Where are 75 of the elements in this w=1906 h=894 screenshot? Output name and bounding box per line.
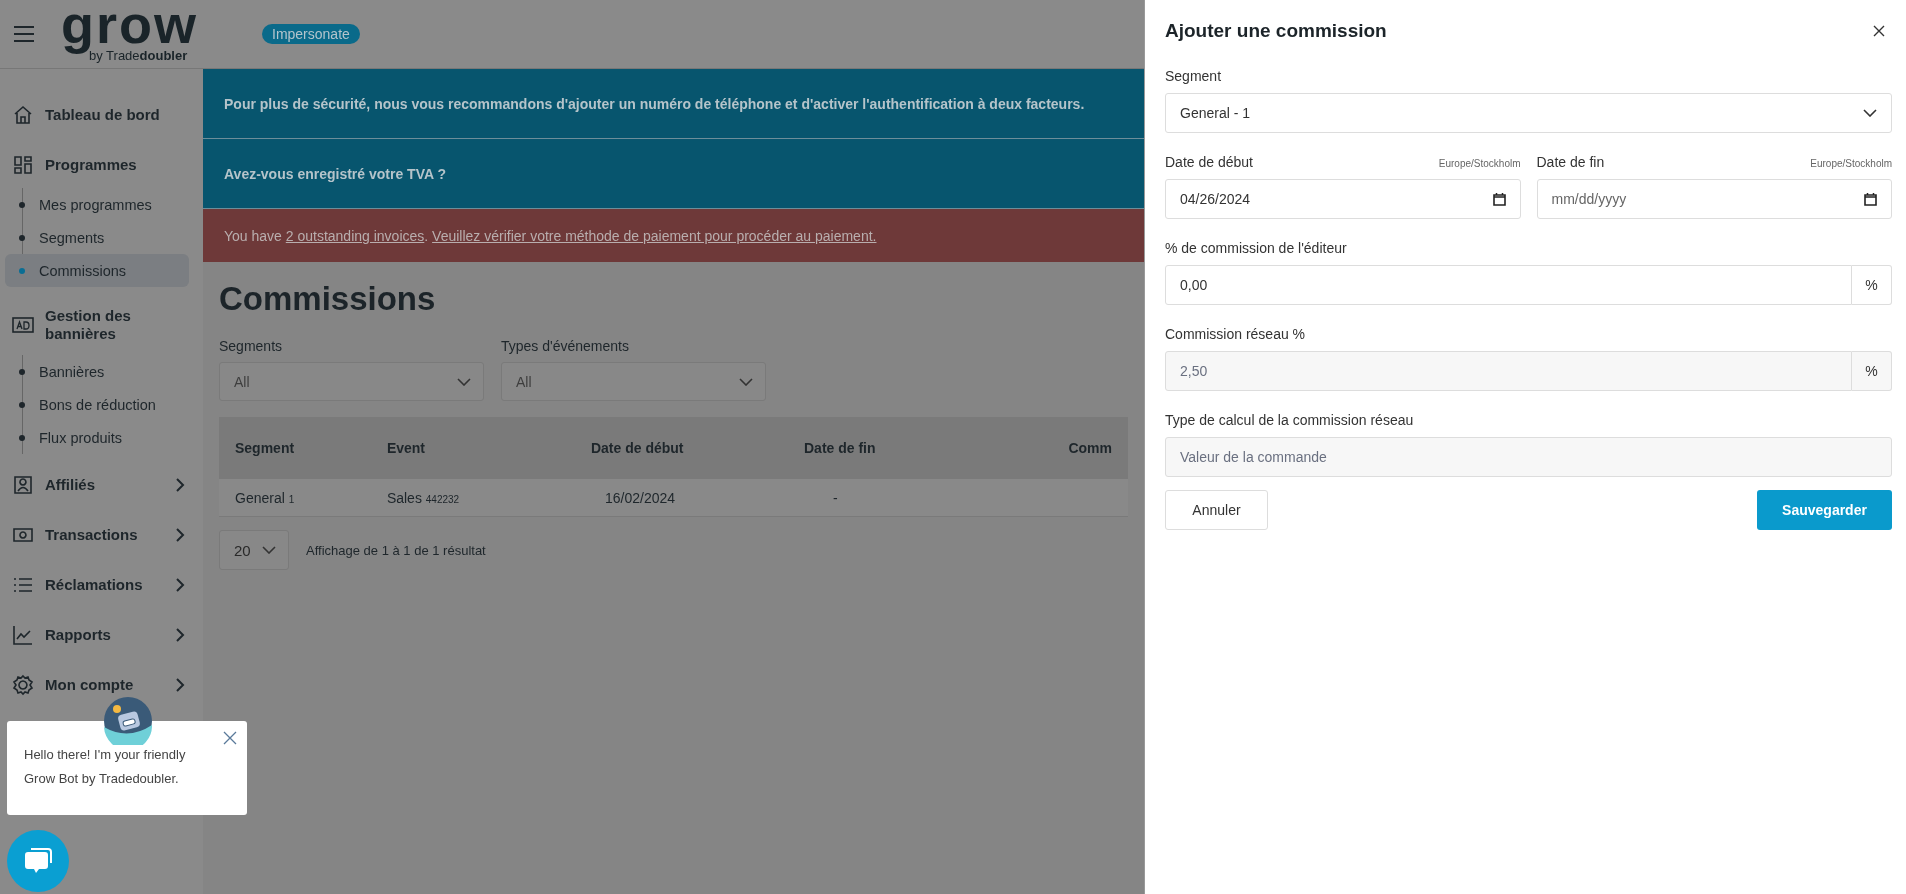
chevron-right-icon — [175, 628, 185, 642]
filter-label: Segments — [219, 338, 284, 354]
nav-item[interactable]: Programmes — [0, 146, 203, 184]
percent-field[interactable]: 0,00 — [1165, 265, 1852, 305]
column-header: Segment — [219, 417, 371, 479]
banner-text: Avez-vous enregistré votre TVA ? — [224, 165, 446, 182]
field-label: Date de début — [1165, 154, 1253, 170]
panel-title: Ajouter une commission — [1165, 20, 1387, 42]
table-cell: General — [235, 489, 285, 506]
date-field[interactable]: mm/dd/yyyy — [1536, 179, 1892, 219]
nav-subitem[interactable]: Segments — [5, 221, 189, 254]
timezone-label: Europe/Stockholm — [1438, 158, 1521, 169]
filter-dropdown[interactable]: All — [501, 362, 766, 401]
chevron-down-icon — [457, 377, 471, 386]
column-header: Comm — [1052, 417, 1128, 479]
nav-item[interactable]: Gestion des bannières — [0, 299, 203, 351]
house-icon — [12, 104, 34, 126]
field-label: Commission réseau % — [1165, 326, 1307, 342]
calendar-icon — [1864, 192, 1877, 206]
close-icon[interactable] — [1873, 25, 1885, 37]
chevron-down-icon — [262, 546, 276, 554]
table-cell: - — [833, 489, 838, 506]
column-header: Date de début — [574, 417, 788, 479]
segment-dropdown[interactable]: General - 1 — [1165, 93, 1892, 133]
field-label: Date de fin — [1536, 154, 1605, 170]
nav-item[interactable]: Tableau de bord — [0, 96, 203, 134]
nav-item[interactable]: Mon compte — [0, 666, 203, 704]
field-label: Type de calcul de la commission réseau — [1165, 412, 1415, 428]
chat-message: Hello there! I'm your friendly Grow Bot by Tradedoubler. — [24, 746, 187, 788]
unit-label: % — [1852, 351, 1892, 391]
alert-message: You have 2 outstanding invoices. Veuillez vérifier votre méthode de paiement pour procéder au paiement. — [224, 227, 877, 244]
column-header: Date de fin — [788, 417, 1053, 479]
table-cell: Sales — [386, 489, 422, 506]
nav-item[interactable]: Réclamations — [0, 566, 203, 604]
nav-item[interactable]: Transactions — [0, 516, 203, 554]
field-label: % de commission de l'éditeur — [1165, 240, 1348, 256]
segment-id: 1 — [288, 493, 295, 505]
results-summary: Affichage de 1 à 1 de 1 résultat — [306, 542, 486, 558]
impersonate-button[interactable]: Impersonate — [262, 24, 360, 44]
chevron-right-icon — [175, 528, 185, 542]
nav-subitem[interactable]: Mes programmes — [5, 188, 189, 221]
chevron-down-icon — [1863, 109, 1877, 117]
filter-label: Types d'événements — [501, 338, 630, 354]
line-chart-icon — [12, 624, 34, 646]
event-id: 442232 — [425, 493, 460, 505]
banner-text: Pour plus de sécurité, nous vous recommandons d'ajouter un numéro de téléphone et d'activer l'authentification à deux facteurs. — [224, 95, 1085, 112]
page-title: Commissions — [219, 280, 437, 318]
nav-item[interactable]: Affiliés — [0, 466, 203, 504]
chevron-right-icon — [175, 478, 185, 492]
nav-subitem[interactable]: Commissions — [5, 254, 189, 287]
nav-subitem[interactable]: Bannières — [5, 355, 189, 388]
table-cell: 16/02/2024 — [604, 489, 676, 506]
menu-icon[interactable] — [13, 25, 35, 43]
chat-bubble-button[interactable] — [7, 830, 69, 892]
chevron-right-icon — [175, 678, 185, 692]
filter-dropdown[interactable]: All — [219, 362, 484, 401]
ad-icon — [12, 314, 34, 336]
chevron-right-icon — [175, 578, 185, 592]
timezone-label: Europe/Stockholm — [1810, 158, 1892, 169]
unit-label: % — [1852, 265, 1892, 305]
nav-item[interactable]: Rapports — [0, 616, 203, 654]
grid-icon — [12, 154, 34, 176]
save-button[interactable]: Sauvegarder — [1757, 490, 1892, 530]
page-size-dropdown[interactable]: 20 — [219, 530, 289, 570]
nav-subitem[interactable]: Flux produits — [5, 421, 189, 454]
nav-subitem[interactable]: Bons de réduction — [5, 388, 189, 421]
date-field[interactable]: 04/26/2024 — [1165, 179, 1521, 219]
person-card-icon — [12, 474, 34, 496]
calendar-icon — [1492, 192, 1506, 206]
cancel-button[interactable]: Annuler — [1165, 490, 1268, 530]
column-header: Event — [370, 417, 575, 479]
settings-icon — [12, 674, 34, 696]
payment-method-link[interactable]: Veuillez vérifier votre méthode de paiement pour procéder au paiement. — [432, 227, 877, 244]
chevron-down-icon — [739, 377, 753, 386]
field-label: Segment — [1165, 68, 1223, 84]
